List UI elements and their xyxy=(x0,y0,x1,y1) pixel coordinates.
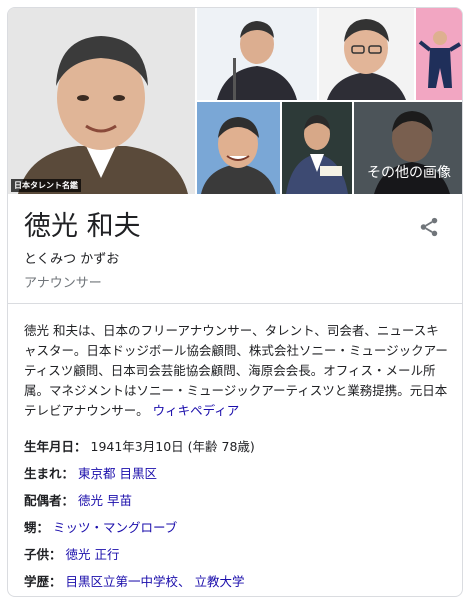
main-portrait-image[interactable]: 日本タレント名鑑 xyxy=(8,8,195,194)
fact-label: 甥： xyxy=(24,520,50,535)
thumbnail-illustration xyxy=(319,8,414,100)
wikipedia-source-link[interactable]: ウィキペディア xyxy=(153,403,240,418)
entity-title: 徳光 和夫 xyxy=(24,211,141,242)
portrait-illustration xyxy=(8,8,195,194)
entity-description: 徳光 和夫は、日本のフリーアナウンサー、タレント、司会者、ニュースキャスター。日… xyxy=(24,321,450,421)
knowledge-panel: 日本タレント名鑑 その他の画像 徳光 和夫 とくみつ かずお アナウンサー 徳光… xyxy=(7,7,463,597)
thumbnail-image[interactable] xyxy=(416,8,462,100)
thumbnail-illustration xyxy=(416,8,462,100)
fact-link[interactable]: 東京都 目黒区 xyxy=(78,466,157,481)
more-images-overlay: その他の画像 xyxy=(354,102,462,194)
fact-link[interactable]: 徳光 早苗 xyxy=(78,493,132,508)
fact-label: 配偶者： xyxy=(24,493,75,508)
image-gallery: 日本タレント名鑑 その他の画像 xyxy=(8,8,462,194)
fact-label: 生まれ： xyxy=(24,466,75,481)
thumbnail-image[interactable] xyxy=(197,8,317,100)
image-credit-label: 日本タレント名鑑 xyxy=(11,179,81,192)
thumbnail-illustration xyxy=(197,102,280,194)
thumbnail-illustration xyxy=(197,8,317,100)
entity-reading: とくみつ かずお xyxy=(24,252,120,267)
fact-link[interactable]: ミッツ・マングローブ xyxy=(53,520,177,535)
thumbnail-illustration xyxy=(282,102,352,194)
fact-link[interactable]: 目黒区立第一中学校、 立教大学 xyxy=(66,574,245,589)
fact-education: 学歴： 目黒区立第一中学校、 立教大学 xyxy=(24,571,244,590)
share-icon[interactable] xyxy=(418,216,440,238)
thumbnail-image[interactable] xyxy=(319,8,414,100)
fact-children: 子供： 徳光 正行 xyxy=(24,544,119,563)
entity-type: アナウンサー xyxy=(24,276,102,291)
more-images-tile[interactable]: その他の画像 xyxy=(354,102,462,194)
thumbnail-image[interactable] xyxy=(197,102,280,194)
fact-born: 生年月日： 1941年3月10日 (年齢 78歳) xyxy=(24,436,255,455)
fact-nephew: 甥： ミッツ・マングローブ xyxy=(24,517,177,536)
section-divider xyxy=(8,303,462,304)
fact-label: 学歴： xyxy=(24,574,62,589)
fact-spouse: 配偶者： 徳光 早苗 xyxy=(24,490,132,509)
fact-birthplace: 生まれ： 東京都 目黒区 xyxy=(24,463,157,482)
fact-label: 生年月日： xyxy=(24,439,87,454)
fact-label: 子供： xyxy=(24,547,62,562)
thumbnail-image[interactable] xyxy=(282,102,352,194)
more-images-label[interactable]: その他の画像 xyxy=(367,162,451,182)
fact-value: 1941年3月10日 (年齢 78歳) xyxy=(90,439,255,454)
fact-link[interactable]: 徳光 正行 xyxy=(66,547,120,562)
